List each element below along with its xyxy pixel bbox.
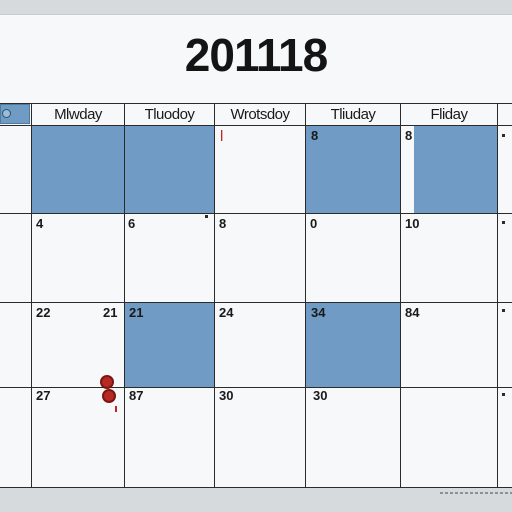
day-number: 27 bbox=[36, 388, 51, 403]
line-dot-icon bbox=[502, 393, 505, 396]
weekday-header-thursday: Tliuday bbox=[330, 105, 376, 123]
day-number: 8 bbox=[311, 128, 319, 143]
day-cell[interactable] bbox=[215, 126, 305, 213]
day-number: 21 bbox=[103, 305, 118, 320]
event-marker-icon[interactable] bbox=[102, 389, 116, 403]
event-marker-icon[interactable] bbox=[100, 375, 114, 389]
weekday-header-wednesday: Wrotsdoy bbox=[230, 105, 290, 123]
day-number: 8 bbox=[219, 216, 227, 231]
day-number: 4 bbox=[36, 216, 44, 231]
small-marker-icon bbox=[115, 406, 117, 412]
grid-line bbox=[400, 103, 401, 488]
day-cell-shaded[interactable] bbox=[306, 126, 400, 213]
weekday-header-monday: Mlwday bbox=[54, 105, 102, 123]
calendar-year-title: 201118 bbox=[184, 29, 328, 81]
day-number: 21 bbox=[129, 305, 144, 320]
calendar-sheet bbox=[0, 14, 512, 489]
grid-line bbox=[0, 302, 512, 303]
day-number: 30 bbox=[219, 388, 234, 403]
day-cell-shaded[interactable] bbox=[125, 126, 214, 213]
day-number: 30 bbox=[313, 388, 328, 403]
day-number: 10 bbox=[405, 216, 420, 231]
line-dot-icon bbox=[502, 134, 505, 137]
day-cell-shaded[interactable] bbox=[32, 126, 124, 213]
grid-line bbox=[0, 387, 512, 388]
bottom-dash-decoration bbox=[440, 492, 512, 494]
day-number: l bbox=[220, 128, 224, 145]
day-number: 0 bbox=[310, 216, 318, 231]
line-dot-icon bbox=[502, 221, 505, 224]
day-number: 22 bbox=[36, 305, 51, 320]
day-number: 34 bbox=[311, 305, 326, 320]
corner-tab-icon[interactable] bbox=[0, 104, 30, 124]
line-dot-icon bbox=[205, 215, 208, 218]
grid-line bbox=[0, 213, 512, 214]
day-number: 24 bbox=[219, 305, 234, 320]
weekday-header-friday: Fliday bbox=[430, 105, 468, 123]
day-cell-shaded[interactable] bbox=[414, 126, 497, 213]
line-dot-icon bbox=[502, 309, 505, 312]
day-number: 84 bbox=[405, 305, 420, 320]
weekday-header-tuesday: Tluodoy bbox=[144, 105, 195, 123]
day-number: 8 bbox=[405, 128, 413, 143]
grid-line bbox=[497, 103, 498, 488]
day-number: 6 bbox=[128, 216, 136, 231]
bottom-bar bbox=[0, 488, 512, 512]
day-number: 87 bbox=[129, 388, 144, 403]
